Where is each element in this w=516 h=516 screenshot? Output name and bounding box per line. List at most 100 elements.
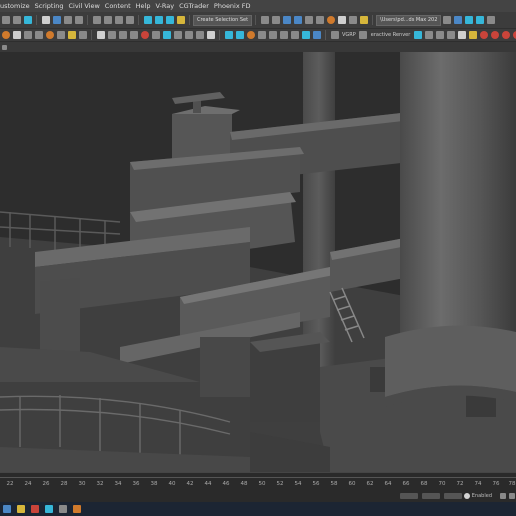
menu-scripting[interactable]: Scripting: [35, 2, 69, 10]
record-icon[interactable]: [140, 31, 149, 39]
menu-phoenix-fd[interactable]: Phoenix FD: [214, 2, 256, 10]
rendered-frame-icon[interactable]: [348, 16, 357, 24]
coord-field[interactable]: [399, 493, 418, 499]
vray-sphere-icon[interactable]: [301, 31, 310, 39]
vray-plane-icon[interactable]: [279, 31, 288, 39]
phoenix-source-icon[interactable]: [424, 31, 433, 39]
menu-bar: ustomize Scripting Civil View Content He…: [0, 0, 516, 12]
box-icon[interactable]: [23, 31, 32, 39]
turbosmooth-icon[interactable]: [206, 31, 215, 39]
key-icon[interactable]: [508, 493, 515, 499]
scale-icon[interactable]: [114, 16, 123, 24]
sphere-icon[interactable]: [12, 31, 21, 39]
phoenix-icon[interactable]: [413, 31, 422, 39]
folder-icon[interactable]: [17, 505, 25, 513]
modifier-icon[interactable]: [151, 31, 160, 39]
max-icon[interactable]: [45, 505, 53, 513]
vray-sun-icon[interactable]: [235, 31, 244, 39]
coord-field[interactable]: [443, 493, 462, 499]
helper-icon[interactable]: [67, 31, 76, 39]
scatter-icon[interactable]: [162, 31, 171, 39]
move-icon[interactable]: [92, 16, 101, 24]
ribbon-toggle-icon[interactable]: [1, 44, 7, 50]
phoenix-run-icon[interactable]: [501, 31, 510, 39]
viewport-perspective[interactable]: [0, 52, 516, 472]
vray-frame-buffer-icon[interactable]: [359, 31, 368, 39]
phoenix-clear-icon[interactable]: [490, 31, 499, 39]
app-icon[interactable]: [59, 505, 67, 513]
render-icon[interactable]: [359, 16, 368, 24]
shell-icon[interactable]: [173, 31, 182, 39]
vray-label: VGRP: [342, 32, 356, 38]
spacewarp-icon[interactable]: [78, 31, 87, 39]
bend-icon[interactable]: [195, 31, 204, 39]
timeline-tick: 30: [78, 481, 86, 487]
timeline-tick: 76: [492, 481, 500, 487]
render-mode-icon[interactable]: [330, 31, 339, 39]
spinner-snap-icon[interactable]: [176, 16, 185, 24]
snap-icon[interactable]: [143, 16, 152, 24]
rectangular-selection-icon[interactable]: [74, 16, 83, 24]
phoenix-ocean-icon[interactable]: [457, 31, 466, 39]
selection-set-dropdown[interactable]: Create Selection Set: [193, 14, 253, 26]
light-icon[interactable]: [45, 31, 54, 39]
link-icon[interactable]: [1, 16, 10, 24]
phoenix-fire-icon[interactable]: [446, 31, 455, 39]
rotate-icon[interactable]: [103, 16, 112, 24]
scene-explorer-icon[interactable]: [293, 16, 302, 24]
select-filter-icon[interactable]: [41, 16, 50, 24]
menu-civil-view[interactable]: Civil View: [69, 2, 105, 10]
phoenix-foam-icon[interactable]: [468, 31, 477, 39]
phoenix-stop-icon[interactable]: [479, 31, 488, 39]
align-icon[interactable]: [271, 16, 280, 24]
material-editor-icon[interactable]: [326, 16, 335, 24]
bind-spacewarp-icon[interactable]: [23, 16, 32, 24]
vray-light-icon[interactable]: [224, 31, 233, 39]
adaptive-degradation-toggle[interactable]: Enabled: [463, 493, 492, 499]
layer-explorer-icon[interactable]: [282, 16, 291, 24]
interactive-render-label[interactable]: eractive Renver: [371, 32, 411, 38]
coord-field[interactable]: [421, 493, 440, 499]
app-icon[interactable]: [73, 505, 81, 513]
select-object-icon[interactable]: [52, 16, 61, 24]
sync-icon[interactable]: [475, 16, 484, 24]
vray-dome-icon[interactable]: [246, 31, 255, 39]
placement-icon[interactable]: [125, 16, 134, 24]
menu-vray[interactable]: V-Ray: [155, 2, 179, 10]
mirror-icon[interactable]: [260, 16, 269, 24]
grid-icon[interactable]: [499, 493, 506, 499]
symmetry-icon[interactable]: [184, 31, 193, 39]
start-icon[interactable]: [3, 505, 11, 513]
browser-icon[interactable]: [31, 505, 39, 513]
select-by-name-icon[interactable]: [63, 16, 72, 24]
camera-create-icon[interactable]: [56, 31, 65, 39]
unlink-icon[interactable]: [12, 16, 21, 24]
edge-icon[interactable]: [118, 31, 127, 39]
vray-proxy-icon[interactable]: [257, 31, 266, 39]
schematic-view-icon[interactable]: [315, 16, 324, 24]
menu-help[interactable]: Help: [136, 2, 156, 10]
teapot-icon[interactable]: [1, 31, 10, 39]
workspace-path-dropdown[interactable]: \Users\pd...ds Max 202: [376, 14, 442, 26]
menu-cgtrader[interactable]: CGTrader: [179, 2, 214, 10]
angle-snap-icon[interactable]: [154, 16, 163, 24]
cylinder-icon[interactable]: [34, 31, 43, 39]
menu-customize[interactable]: ustomize: [0, 2, 35, 10]
vray-camera-icon[interactable]: [290, 31, 299, 39]
menu-content[interactable]: Content: [105, 2, 136, 10]
workspace-icon[interactable]: [464, 16, 473, 24]
timeline-tick: 64: [384, 481, 392, 487]
project-icon[interactable]: [453, 16, 462, 24]
render-setup-icon[interactable]: [337, 16, 346, 24]
vray-fur-icon[interactable]: [268, 31, 277, 39]
browse-icon[interactable]: [442, 16, 451, 24]
percent-snap-icon[interactable]: [165, 16, 174, 24]
timeline-track[interactable]: [0, 477, 516, 478]
polygon-icon[interactable]: [129, 31, 138, 39]
camera-icon[interactable]: [486, 16, 495, 24]
phoenix-liquid-icon[interactable]: [435, 31, 444, 39]
curve-editor-icon[interactable]: [304, 16, 313, 24]
vertex-icon[interactable]: [107, 31, 116, 39]
edit-poly-icon[interactable]: [96, 31, 105, 39]
vray-material-icon[interactable]: [312, 31, 321, 39]
